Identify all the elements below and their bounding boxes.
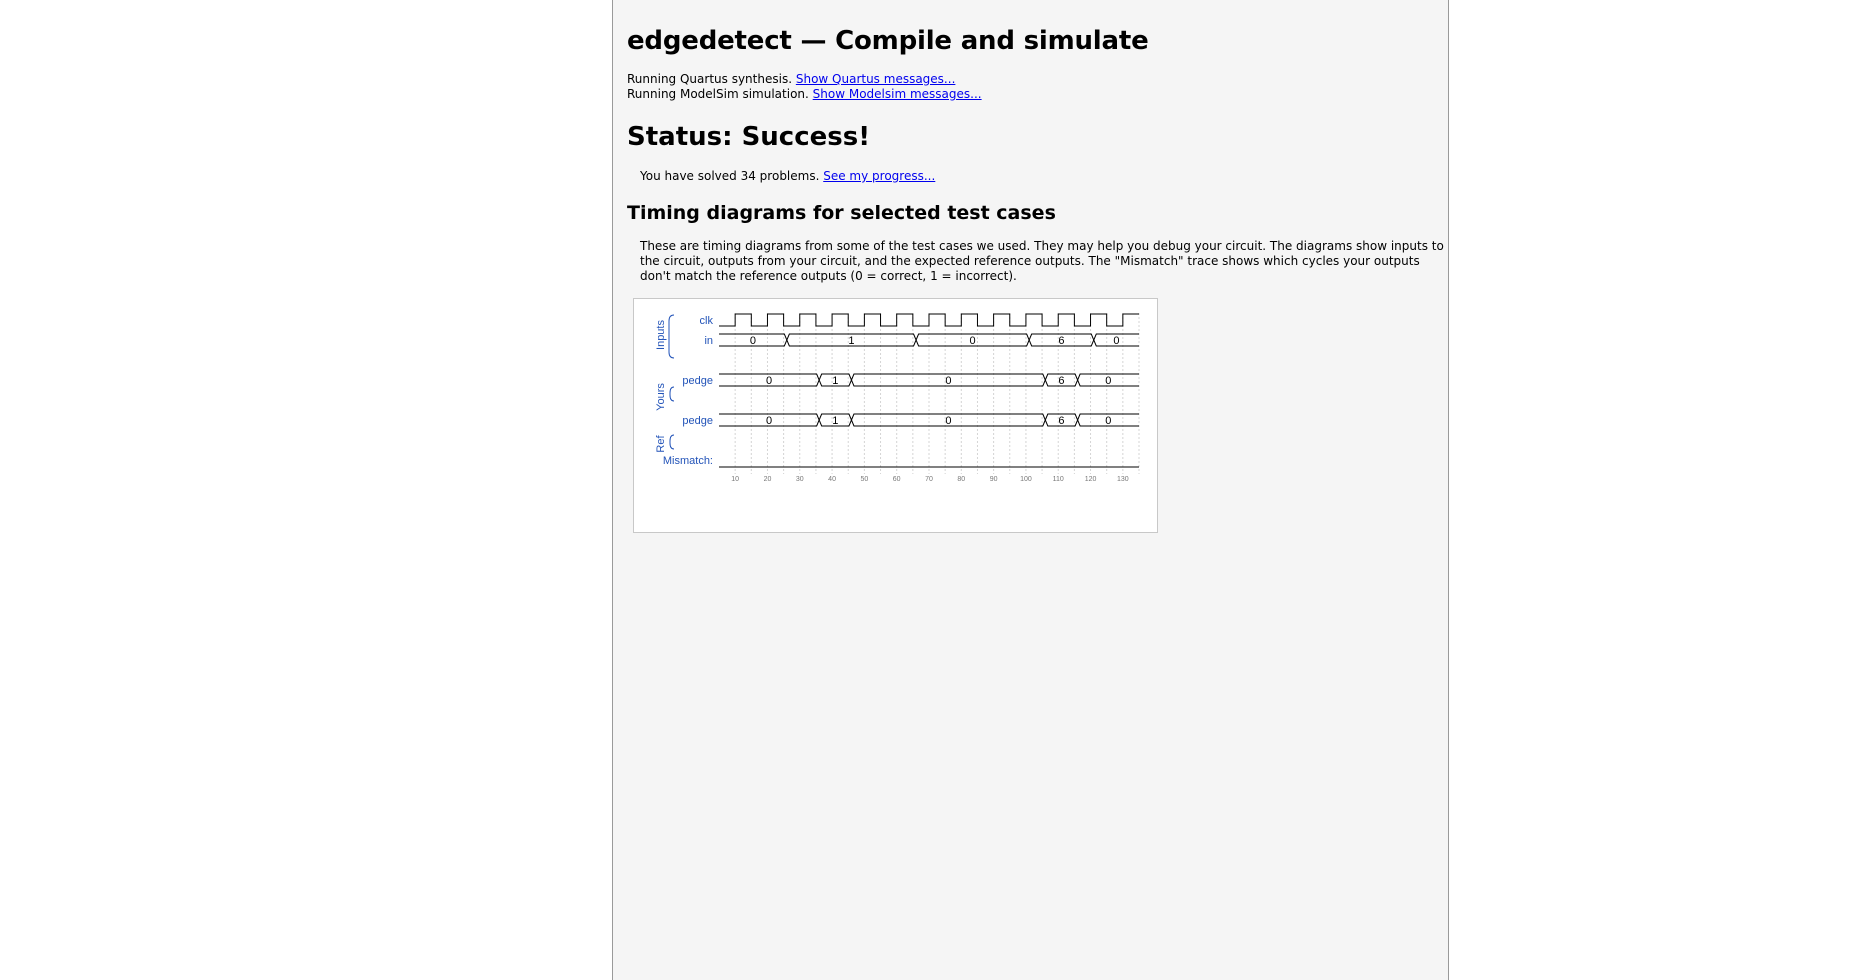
show-modelsim-messages-link[interactable]: Show Modelsim messages... [813, 87, 982, 101]
pedge-ref-value-label: 0 [766, 415, 772, 427]
show-quartus-messages-link[interactable]: Show Quartus messages... [796, 72, 956, 86]
time-tick-label: 80 [957, 476, 965, 483]
pedge-ref-value-label: 1 [832, 415, 838, 427]
in-value-label: 6 [1058, 335, 1064, 347]
solved-line: You have solved 34 problems. See my prog… [640, 169, 935, 183]
timing-diagram: Inputs Yours Ref clk in pedge pedge Mism… [633, 298, 1158, 533]
in-value-label: 0 [1113, 335, 1119, 347]
solved-count-text: You have solved 34 problems. [640, 169, 820, 183]
time-tick-label: 60 [893, 476, 901, 483]
status-heading: Status: Success! [627, 122, 871, 152]
signal-label-in: in [704, 335, 713, 347]
time-tick-label: 110 [1053, 476, 1064, 483]
pedge-ref-value-label: 6 [1058, 415, 1064, 427]
page-title: edgedetect — Compile and simulate [627, 26, 1149, 56]
modelsim-status-text: Running ModelSim simulation. [627, 87, 809, 101]
time-axis: 10 20 30 40 50 60 70 80 90 100 110 120 130 [731, 476, 1129, 483]
group-label-yours: Yours [655, 383, 667, 411]
time-tick-label: 130 [1117, 476, 1129, 483]
time-tick-label: 90 [990, 476, 998, 483]
timing-diagrams-description: These are timing diagrams from some of t… [640, 239, 1444, 283]
signal-label-mismatch: Mismatch: [663, 455, 713, 467]
ref-group-bracket [669, 434, 675, 450]
group-label-ref: Ref [655, 435, 667, 453]
time-tick-label: 50 [860, 476, 868, 483]
yours-group-bracket [669, 386, 675, 402]
time-tick-label: 120 [1085, 476, 1097, 483]
quartus-status-text: Running Quartus synthesis. [627, 72, 793, 86]
signal-label-pedge-ref: pedge [682, 415, 713, 427]
timing-diagram-svg: Inputs Yours Ref clk in pedge pedge Mism… [655, 313, 1140, 483]
pedge-ref-value-label: 0 [945, 415, 951, 427]
in-value-label: 0 [970, 335, 976, 347]
pedge-yours-value-label: 0 [1105, 375, 1111, 387]
pedge-yours-value-label: 6 [1058, 375, 1064, 387]
time-tick-label: 100 [1020, 476, 1032, 483]
time-tick-label: 40 [828, 476, 836, 483]
time-tick-label: 10 [731, 476, 739, 483]
inputs-group-bracket [668, 314, 675, 359]
timing-diagrams-heading: Timing diagrams for selected test cases [627, 202, 1056, 224]
in-value-label: 0 [750, 335, 756, 347]
signal-label-pedge-yours: pedge [682, 375, 713, 387]
pedge-yours-value-label: 0 [766, 375, 772, 387]
time-tick-label: 20 [764, 476, 772, 483]
time-tick-label: 30 [796, 476, 804, 483]
grid-lines [734, 313, 1140, 474]
quartus-status-line: Running Quartus synthesis. Show Quartus … [627, 72, 955, 87]
clk-waveform [719, 313, 1139, 327]
time-tick-label: 70 [925, 476, 933, 483]
main-panel: edgedetect — Compile and simulate Runnin… [612, 0, 1449, 980]
group-label-inputs: Inputs [655, 320, 667, 350]
pedge-ref-value-label: 0 [1105, 415, 1111, 427]
pedge-yours-value-label: 1 [832, 375, 838, 387]
signal-label-clk: clk [700, 315, 714, 327]
pedge-yours-value-label: 0 [945, 375, 951, 387]
modelsim-status-line: Running ModelSim simulation. Show Models… [627, 87, 982, 102]
see-my-progress-link[interactable]: See my progress... [823, 169, 935, 183]
in-value-label: 1 [848, 335, 854, 347]
